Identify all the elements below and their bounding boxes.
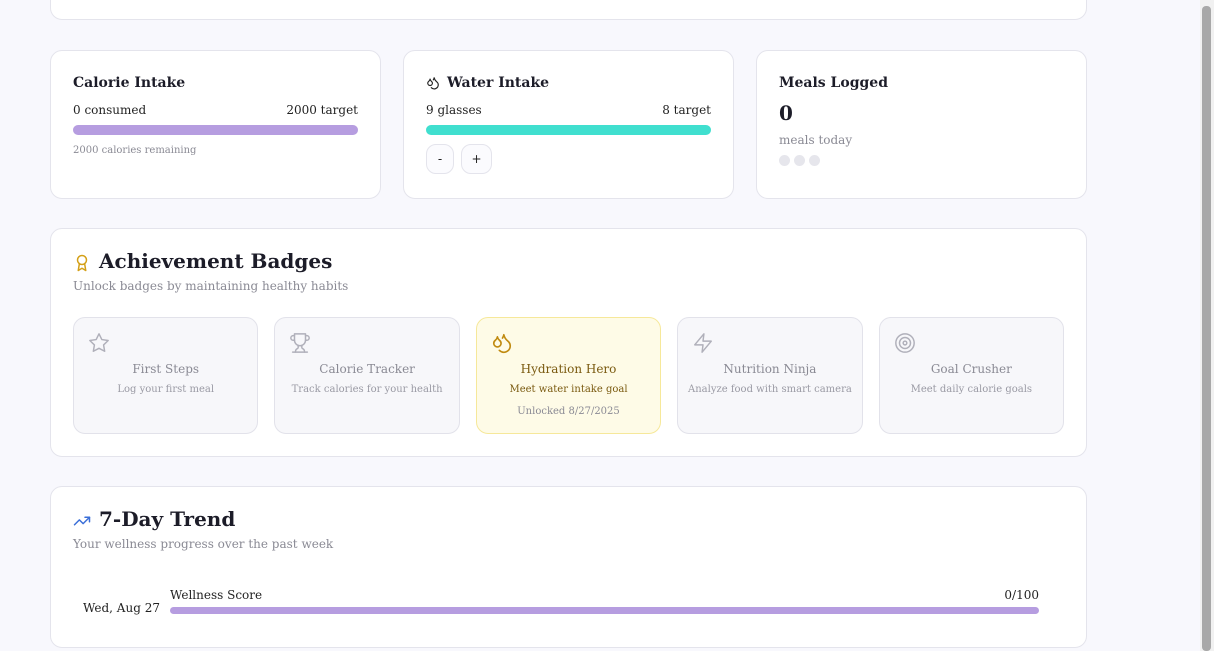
water-target: 8 target: [662, 103, 711, 117]
trending-up-icon: [73, 512, 91, 530]
badge-desc: Analyze food with smart camera: [688, 384, 852, 395]
wellness-score-value: 0/100: [1004, 588, 1039, 602]
calorie-progress-bar: [73, 125, 358, 135]
wellness-score-bar: [170, 607, 1039, 614]
scrollbar-thumb[interactable]: [1202, 6, 1211, 651]
water-intake-card: Water Intake 9 glasses 8 target - +: [403, 50, 734, 199]
badge-desc: Meet daily calorie goals: [910, 384, 1033, 395]
meals-count: 0: [779, 101, 793, 125]
trophy-icon: [289, 332, 311, 354]
badge-first-steps: First Steps Log your first meal: [73, 317, 259, 434]
badge-list: First Steps Log your first meal Calorie …: [73, 317, 1065, 434]
meals-logged-title: Meals Logged: [779, 75, 889, 91]
achievement-badges-card: Achievement Badges Unlock badges by main…: [50, 228, 1087, 457]
increase-water-button[interactable]: +: [461, 144, 492, 174]
calories-remaining: 2000 calories remaining: [73, 145, 197, 156]
badge-name: Hydration Hero: [520, 362, 617, 376]
droplets-icon: [426, 76, 440, 90]
badge-desc: Track calories for your health: [291, 384, 443, 395]
decrease-water-button[interactable]: -: [426, 144, 454, 174]
meals-subtitle: meals today: [779, 133, 853, 147]
award-icon: [73, 253, 91, 273]
wellness-score-label: Wellness Score: [170, 588, 263, 602]
badge-name: Calorie Tracker: [319, 362, 415, 376]
badge-nutrition-ninja: Nutrition Ninja Analyze food with smart …: [677, 317, 863, 434]
meal-dot: [809, 155, 820, 166]
meal-dots: [779, 155, 1064, 166]
seven-day-trend-card: 7-Day Trend Your wellness progress over …: [50, 486, 1087, 648]
zap-icon: [692, 332, 714, 354]
water-glasses: 9 glasses: [426, 103, 482, 117]
calories-consumed: 0 consumed: [73, 103, 147, 117]
badge-hydration-hero: Hydration Hero Meet water intake goal Un…: [475, 317, 662, 434]
badge-unlocked-date: Unlocked 8/27/2025: [517, 406, 620, 417]
calories-target: 2000 target: [286, 103, 358, 117]
water-intake-title: Water Intake: [447, 75, 550, 91]
trend-row: Wed, Aug 27 Wellness Score 0/100: [73, 587, 1039, 615]
calorie-intake-card: Calorie Intake 0 consumed 2000 target 20…: [50, 50, 381, 199]
badge-name: Nutrition Ninja: [723, 362, 817, 376]
badge-desc: Log your first meal: [117, 384, 215, 395]
trend-title: 7-Day Trend: [99, 507, 236, 531]
previous-card: [50, 0, 1087, 20]
target-icon: [894, 332, 916, 354]
vertical-scrollbar[interactable]: [1200, 0, 1214, 651]
badge-name: Goal Crusher: [930, 362, 1012, 376]
badges-title: Achievement Badges: [99, 249, 333, 273]
trend-subtitle: Your wellness progress over the past wee…: [73, 537, 334, 551]
water-progress-bar: [426, 125, 711, 135]
calorie-intake-title: Calorie Intake: [73, 75, 186, 91]
droplets-icon: [491, 332, 513, 354]
badge-goal-crusher: Goal Crusher Meet daily calorie goals: [878, 317, 1065, 434]
badge-desc: Meet water intake goal: [509, 384, 628, 395]
meal-dot: [794, 155, 805, 166]
star-icon: [88, 332, 110, 354]
trend-date: Wed, Aug 27: [83, 601, 160, 615]
badge-name: First Steps: [132, 362, 200, 376]
badges-subtitle: Unlock badges by maintaining healthy hab…: [73, 279, 349, 293]
meals-logged-card: Meals Logged 0 meals today: [756, 50, 1087, 199]
badge-calorie-tracker: Calorie Tracker Track calories for your …: [274, 317, 460, 434]
meal-dot: [779, 155, 790, 166]
